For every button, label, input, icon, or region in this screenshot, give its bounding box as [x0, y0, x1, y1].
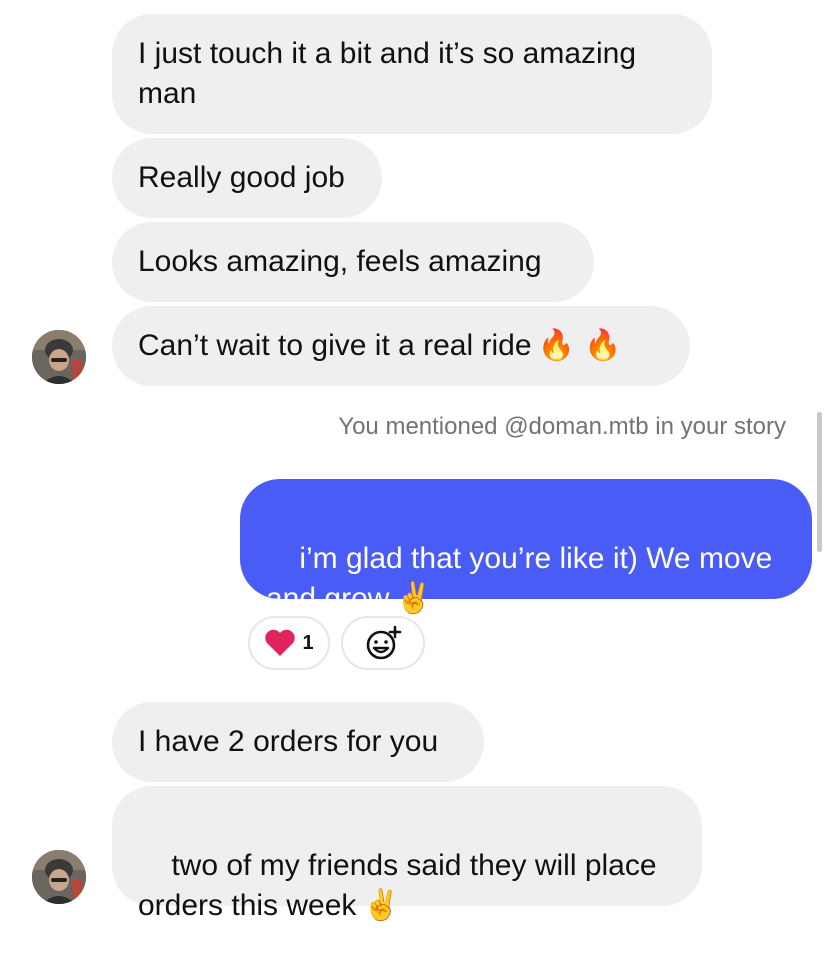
heart-icon [265, 629, 296, 656]
add-reaction-icon [366, 625, 402, 660]
scrollbar[interactable] [817, 412, 822, 552]
message-text: two of my friends said they will place o… [138, 806, 657, 966]
avatar[interactable] [32, 330, 86, 384]
message-text: Can’t wait to give it a real ride [138, 329, 532, 362]
avatar-photo-icon [32, 330, 86, 384]
heart-reaction[interactable]: 1 [248, 616, 330, 670]
message-text: Looks amazing, feels amazing [138, 245, 542, 278]
avatar[interactable] [32, 850, 86, 904]
message-bubble-outgoing[interactable]: i’m glad that you’re like it) We move an… [240, 479, 812, 616]
message-bubble-incoming[interactable]: I just touch it a bit and it’s so amazin… [112, 14, 712, 134]
victory-hand-icon: ✌️ [395, 581, 433, 616]
fire-emoji-icon: 🔥 🔥 [537, 328, 622, 363]
avatar-photo-icon [32, 850, 86, 904]
story-mention-note: You mentioned @doman.mtb in your story [338, 413, 786, 440]
victory-hand-icon: ✌️ [362, 888, 400, 923]
message-bubble-incoming[interactable]: Really good job [112, 138, 382, 218]
message-bubble-incoming[interactable]: Looks amazing, feels amazing [112, 222, 594, 302]
message-bubble-incoming[interactable]: Can’t wait to give it a real ride 🔥 🔥 [112, 306, 690, 386]
message-text: I just touch it a bit and it’s so amazin… [138, 37, 637, 110]
message-text: Really good job [138, 161, 345, 194]
message-bubble-incoming[interactable]: two of my friends said they will place o… [112, 786, 702, 923]
reaction-count: 1 [302, 631, 314, 654]
message-text: I have 2 orders for you [138, 725, 439, 758]
message-bubble-incoming[interactable]: I have 2 orders for you [112, 702, 484, 782]
add-reaction-button[interactable] [341, 616, 425, 670]
